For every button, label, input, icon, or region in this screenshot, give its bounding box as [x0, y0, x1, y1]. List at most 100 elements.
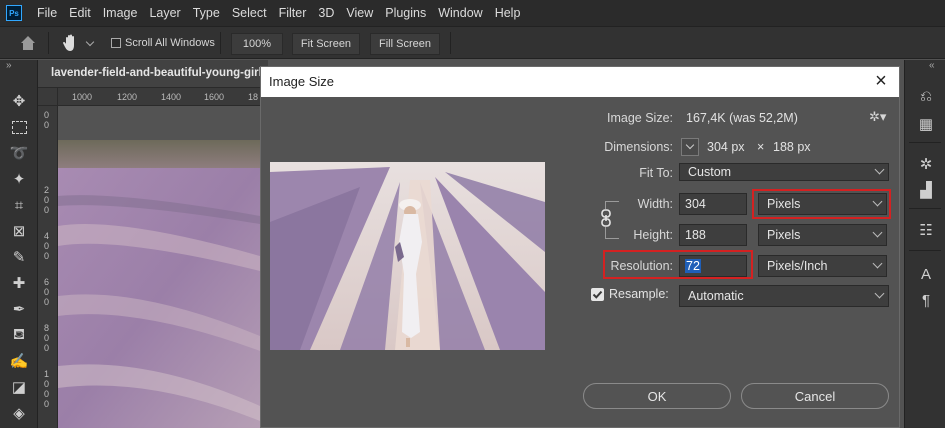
libraries-icon[interactable]: ▦: [915, 114, 937, 134]
paragraph-icon[interactable]: ¶: [915, 290, 937, 310]
ruler-tick: 0: [44, 205, 50, 215]
move-tool-icon[interactable]: ✥: [8, 90, 30, 112]
image-preview[interactable]: [270, 162, 545, 350]
ruler-tick: 1000: [72, 92, 93, 102]
fill-screen-button[interactable]: Fill Screen: [370, 33, 440, 55]
resolution-value: 72: [685, 259, 701, 273]
width-unit-value: Pixels: [767, 197, 801, 211]
document-tab[interactable]: lavender-field-and-beautiful-young-girl_: [38, 60, 268, 88]
ruler-tick: 6: [44, 277, 50, 287]
menu-window[interactable]: Window: [432, 0, 488, 26]
height-unit-value: Pixels: [767, 228, 801, 242]
ruler-tick: 0: [44, 343, 50, 353]
crop-tool-icon[interactable]: ⌗: [8, 194, 30, 216]
ruler-tick: 1200: [117, 92, 138, 102]
menu-3d[interactable]: 3D: [312, 0, 340, 26]
layers-icon[interactable]: ☷: [915, 220, 937, 240]
ruler-tick: 0: [44, 399, 50, 409]
clone-stamp-tool-icon[interactable]: ⛾: [8, 324, 30, 346]
zoom-100-button[interactable]: 100%: [231, 33, 283, 55]
ruler-tick: 0: [44, 287, 50, 297]
width-label: Width:: [637, 197, 673, 211]
menu-help[interactable]: Help: [489, 0, 527, 26]
right-panel-dock: « ⎌ ▦ ✲ ▟ ☷ A ¶: [904, 60, 945, 428]
character-icon[interactable]: A: [915, 264, 937, 284]
ruler-tick: 0: [44, 110, 50, 120]
brush-tool-icon[interactable]: ✒: [8, 298, 30, 320]
eyedropper-tool-icon[interactable]: ✎: [8, 246, 30, 268]
dimensions-height: 188 px: [773, 140, 811, 154]
healing-brush-tool-icon[interactable]: ✚: [8, 272, 30, 294]
magic-wand-tool-icon[interactable]: ✦: [8, 168, 30, 190]
ruler-tick: 0: [44, 251, 50, 261]
ruler-tick: 0: [44, 389, 50, 399]
height-label: Height:: [633, 228, 673, 242]
dimensions-width: 304 px: [707, 140, 745, 154]
gear-icon[interactable]: ✲▾: [869, 109, 887, 125]
resample-label: Resample:: [609, 287, 669, 301]
menu-type[interactable]: Type: [187, 0, 226, 26]
menu-filter[interactable]: Filter: [273, 0, 313, 26]
histogram-icon[interactable]: ▟: [915, 180, 937, 200]
horizontal-ruler: 1000 1200 1400 1600 18: [58, 88, 268, 106]
resample-select[interactable]: Automatic: [679, 285, 889, 307]
collapse-icon[interactable]: »: [6, 60, 12, 71]
options-bar: Scroll All Windows 100% Fit Screen Fill …: [0, 26, 945, 59]
ruler-tick: 0: [44, 241, 50, 251]
paint-bucket-tool-icon[interactable]: ◈: [8, 402, 30, 424]
menu-layer[interactable]: Layer: [143, 0, 186, 26]
adjustments-icon[interactable]: ✲: [915, 154, 937, 174]
home-icon[interactable]: [18, 34, 38, 52]
width-unit-select[interactable]: Pixels: [758, 193, 887, 215]
lavender-field-image: [58, 106, 260, 428]
height-input[interactable]: 188: [679, 224, 747, 246]
width-input[interactable]: 304: [679, 193, 747, 215]
menu-view[interactable]: View: [340, 0, 379, 26]
collapse-icon[interactable]: «: [929, 60, 935, 71]
image-size-dialog: Image Size × Image Size: 167,4K (was 52,…: [260, 66, 900, 428]
lasso-tool-icon[interactable]: ➰: [8, 142, 30, 164]
resolution-unit-value: Pixels/Inch: [767, 259, 828, 273]
fit-screen-button[interactable]: Fit Screen: [292, 33, 360, 55]
close-icon[interactable]: ×: [871, 71, 891, 91]
image-size-value: 167,4K (was 52,2M): [686, 111, 798, 125]
eraser-tool-icon[interactable]: ◪: [8, 376, 30, 398]
constrain-proportions-link-icon[interactable]: [600, 209, 612, 227]
ruler-tick: 8: [44, 323, 50, 333]
document-canvas[interactable]: [58, 106, 260, 428]
ruler-tick: 4: [44, 231, 50, 241]
marquee-tool-icon[interactable]: [8, 116, 30, 138]
cancel-button[interactable]: Cancel: [741, 383, 889, 409]
ruler-tick: 1: [44, 369, 50, 379]
fit-to-select[interactable]: Custom: [679, 163, 889, 181]
ruler-tick: 0: [44, 379, 50, 389]
menu-edit[interactable]: Edit: [63, 0, 97, 26]
vertical-ruler: 0 0 2 0 0 4 0 0 6 0 0 8 0 0 1 0 0 0: [38, 106, 58, 428]
menu-file[interactable]: File: [31, 0, 63, 26]
ruler-tick: 0: [44, 333, 50, 343]
ruler-tick: 18: [248, 92, 259, 102]
resolution-input[interactable]: 72: [679, 255, 747, 277]
history-icon[interactable]: ⎌: [915, 86, 937, 106]
ruler-tick: 0: [44, 120, 50, 130]
hand-icon[interactable]: [60, 32, 82, 54]
menu-plugins[interactable]: Plugins: [379, 0, 432, 26]
fit-to-label: Fit To:: [639, 166, 673, 180]
resample-value: Automatic: [688, 289, 744, 303]
dimensions-units-dropdown[interactable]: [681, 138, 699, 156]
menu-select[interactable]: Select: [226, 0, 273, 26]
scroll-all-checkbox[interactable]: [111, 38, 121, 48]
ruler-tick: 0: [44, 195, 50, 205]
chevron-down-icon[interactable]: [85, 37, 95, 47]
menu-image[interactable]: Image: [97, 0, 144, 26]
frame-tool-icon[interactable]: ⊠: [8, 220, 30, 242]
resample-checkbox[interactable]: [591, 288, 604, 301]
height-unit-select[interactable]: Pixels: [758, 224, 887, 246]
ok-button[interactable]: OK: [583, 383, 731, 409]
history-brush-tool-icon[interactable]: ✍: [8, 350, 30, 372]
resolution-unit-select[interactable]: Pixels/Inch: [758, 255, 887, 277]
image-size-label: Image Size:: [606, 111, 673, 125]
ruler-tick: 2: [44, 185, 50, 195]
resolution-label: Resolution:: [610, 259, 673, 273]
ruler-tick: 1400: [161, 92, 182, 102]
